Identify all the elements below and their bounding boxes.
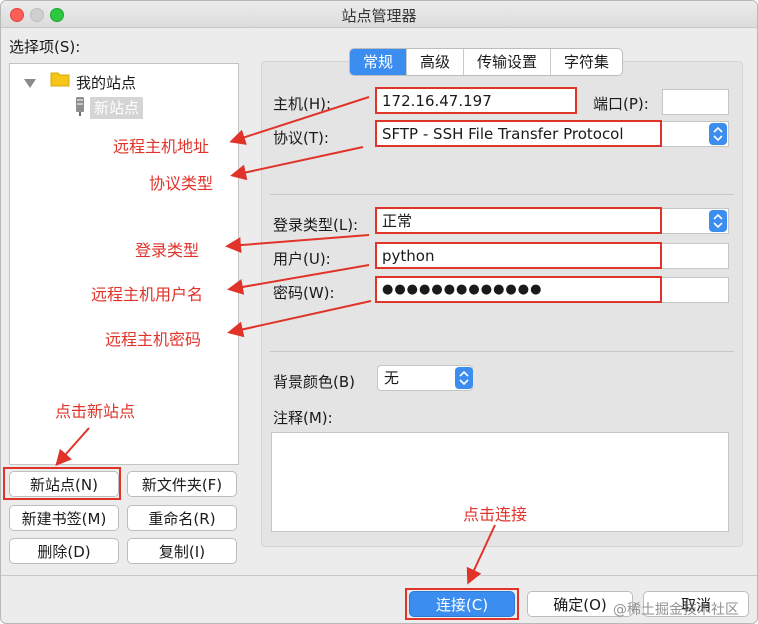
port-input[interactable] bbox=[662, 89, 729, 115]
footer-divider bbox=[1, 575, 757, 576]
annotation-password: 远程主机密码 bbox=[105, 330, 202, 349]
settings-tabs: 常规 高级 传输设置 字符集 bbox=[349, 48, 624, 76]
annotation-protocol: 协议类型 bbox=[149, 174, 214, 193]
site-manager-window: 站点管理器 选择项(S): 我的站点 新站点 新站点(N) 新文件夹(F) 新建… bbox=[0, 0, 758, 624]
tab-charset[interactable]: 字符集 bbox=[550, 49, 622, 75]
folder-icon bbox=[50, 70, 70, 91]
logon-type-highlight bbox=[375, 207, 662, 234]
background-color-label: 背景颜色(B) bbox=[273, 373, 355, 391]
site-server-icon bbox=[74, 97, 86, 121]
comment-label: 注释(M): bbox=[273, 409, 333, 427]
logon-type-label: 登录类型(L): bbox=[273, 216, 359, 234]
annotation-connect: 点击连接 bbox=[463, 505, 528, 524]
select-entry-heading: 选择项(S): bbox=[9, 38, 81, 56]
divider bbox=[270, 351, 734, 352]
protocol-label: 协议(T): bbox=[273, 129, 329, 147]
annotation-user: 远程主机用户名 bbox=[91, 285, 204, 304]
user-highlight bbox=[375, 242, 662, 269]
window-title: 站点管理器 bbox=[341, 7, 417, 25]
host-highlight bbox=[375, 87, 577, 114]
watermark-text: @稀土掘金技术社区 bbox=[613, 602, 739, 618]
expand-triangle-icon[interactable] bbox=[24, 75, 36, 93]
new-folder-button[interactable]: 新文件夹(F) bbox=[127, 471, 237, 497]
connect-highlight bbox=[405, 588, 519, 620]
site-item-new-site[interactable]: 新站点 bbox=[90, 97, 144, 119]
copy-button[interactable]: 复制(I) bbox=[127, 538, 237, 564]
annotation-logon: 登录类型 bbox=[135, 241, 200, 260]
host-label: 主机(H): bbox=[273, 95, 332, 113]
new-site-highlight bbox=[3, 467, 121, 500]
protocol-dropdown-chevron-icon[interactable] bbox=[709, 123, 727, 145]
protocol-highlight bbox=[375, 120, 662, 147]
folder-label-my-sites[interactable]: 我的站点 bbox=[76, 72, 136, 93]
rename-button[interactable]: 重命名(R) bbox=[127, 505, 237, 531]
password-label: 密码(W): bbox=[273, 284, 335, 302]
user-label: 用户(U): bbox=[273, 250, 331, 268]
new-bookmark-button[interactable]: 新建书签(M) bbox=[9, 505, 119, 531]
background-color-chevron-icon[interactable] bbox=[455, 367, 473, 389]
tab-general[interactable]: 常规 bbox=[350, 49, 407, 75]
annotation-host: 远程主机地址 bbox=[113, 137, 210, 156]
port-label: 端口(P): bbox=[593, 95, 649, 113]
title-bar: 站点管理器 bbox=[1, 1, 757, 28]
delete-button[interactable]: 删除(D) bbox=[9, 538, 119, 564]
logon-type-dropdown-chevron-icon[interactable] bbox=[709, 210, 727, 232]
divider bbox=[270, 194, 734, 195]
tab-advanced[interactable]: 高级 bbox=[406, 49, 463, 75]
password-highlight bbox=[375, 276, 662, 303]
annotation-new-site: 点击新站点 bbox=[55, 402, 136, 421]
tab-transfer-settings[interactable]: 传输设置 bbox=[463, 49, 550, 75]
